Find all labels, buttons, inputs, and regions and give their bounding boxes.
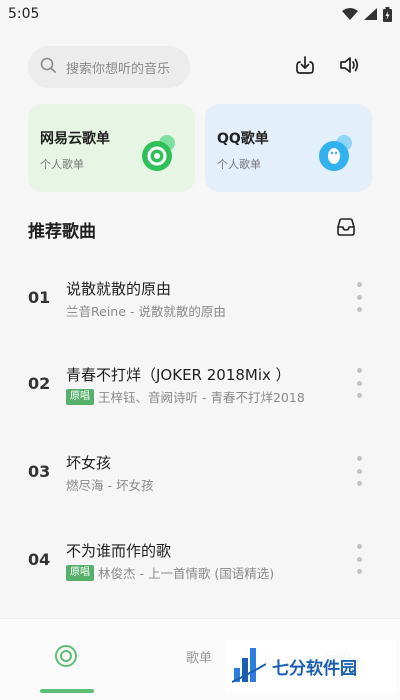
song-meta: 燃尽海 - 坏女孩 (66, 475, 153, 494)
volume-button[interactable] (336, 54, 362, 80)
netease-music-icon (139, 132, 181, 174)
signal-icon (364, 8, 377, 20)
more-options-button[interactable] (354, 282, 364, 312)
song-title: 说散就散的原由 (66, 280, 172, 298)
more-dot (356, 456, 362, 461)
section-title: 推荐歌曲 (28, 222, 96, 242)
song-row[interactable]: 04 不为谁而作的歌 原唱 林俊杰 - 上一首情歌 (国语精选) (0, 530, 400, 590)
nav-playlist[interactable]: 歌单 (186, 647, 212, 666)
song-row[interactable]: 02 青春不打烊（JOKER 2018Mix ） 原唱 王梓钰、音阙诗听 - 青… (0, 354, 400, 414)
download-icon (293, 53, 317, 81)
wifi-icon (342, 8, 358, 20)
more-dot (356, 380, 362, 386)
inbox-button[interactable] (335, 216, 357, 238)
song-row[interactable]: 03 坏女孩 燃尽海 - 坏女孩 (0, 442, 400, 502)
song-title: 坏女孩 (66, 454, 112, 472)
download-button[interactable] (292, 54, 318, 80)
search-input[interactable]: 搜索你想听的音乐 (28, 46, 190, 88)
nav-home[interactable] (53, 643, 79, 673)
song-number: 03 (28, 462, 51, 481)
qq-playlist-card[interactable]: QQ歌单 个人歌单 (205, 104, 372, 192)
more-options-button[interactable] (354, 456, 364, 486)
more-dot (356, 481, 362, 486)
more-dot (356, 468, 362, 474)
search-placeholder: 搜索你想听的音乐 (66, 61, 171, 77)
song-meta: 原唱 林俊杰 - 上一首情歌 (国语精选) (66, 563, 274, 582)
more-dot (356, 368, 362, 373)
home-icon (53, 645, 79, 673)
more-dot (356, 393, 362, 398)
search-icon (40, 57, 56, 77)
volume-icon (337, 53, 361, 81)
more-dot (356, 282, 362, 287)
song-number: 02 (28, 374, 51, 393)
more-dot (356, 307, 362, 312)
song-title: 不为谁而作的歌 (66, 542, 172, 560)
song-meta: 兰音Reine - 说散就散的原由 (66, 301, 226, 320)
battery-icon (383, 6, 392, 22)
watermark-text: 七分软件园 (272, 658, 357, 679)
original-tag: 原唱 (66, 388, 94, 405)
more-options-button[interactable] (354, 368, 364, 398)
more-dot (356, 569, 362, 574)
nav-active-indicator (40, 689, 94, 693)
original-tag: 原唱 (66, 564, 94, 581)
more-dot (356, 544, 362, 549)
status-icons (342, 6, 392, 22)
song-artist-album: 燃尽海 - 坏女孩 (66, 478, 154, 493)
song-artist-album: 林俊杰 - 上一首情歌 (国语精选) (98, 566, 275, 581)
qq-penguin-icon (316, 132, 358, 174)
inbox-icon (335, 218, 357, 242)
song-number: 04 (28, 550, 51, 569)
status-time: 5:05 (8, 6, 40, 22)
netease-playlist-card[interactable]: 网易云歌单 个人歌单 (28, 104, 195, 192)
watermark-logo-icon (231, 644, 267, 689)
watermark: 七分软件园 (226, 640, 396, 692)
song-meta: 原唱 王梓钰、音阙诗听 - 青春不打烊2018 (66, 387, 305, 406)
song-number: 01 (28, 288, 51, 307)
song-artist-album: 王梓钰、音阙诗听 - 青春不打烊2018 (98, 390, 305, 405)
song-title: 青春不打烊（JOKER 2018Mix ） (66, 366, 291, 384)
more-dot (356, 294, 362, 300)
song-row[interactable]: 01 说散就散的原由 兰音Reine - 说散就散的原由 (0, 268, 400, 328)
song-artist-album: 兰音Reine - 说散就散的原由 (66, 304, 226, 319)
status-bar: 5:05 (0, 0, 400, 28)
more-options-button[interactable] (354, 544, 364, 574)
more-dot (356, 556, 362, 562)
